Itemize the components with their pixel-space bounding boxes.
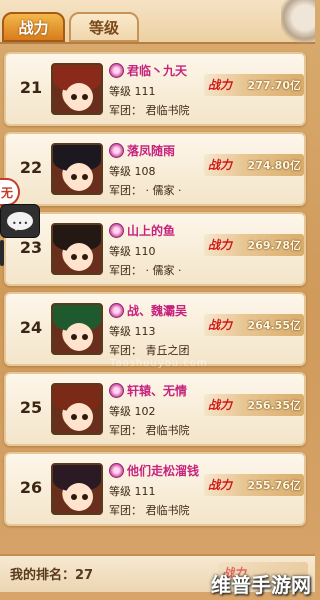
player-level: 等级 108 [109, 165, 156, 178]
chat-bubble-icon: ••• [7, 212, 33, 231]
avatar-eye [71, 334, 77, 340]
power-value: 274.80亿 [247, 159, 301, 172]
power-value: 269.78亿 [247, 239, 301, 252]
player-legion: 军团： · 儒家 · [109, 264, 182, 277]
power-value: 264.55亿 [247, 319, 301, 332]
player-legion: 军团： 君临书院 [109, 504, 190, 517]
power-box: 战力 255.76亿 [204, 474, 304, 496]
player-level: 等级 110 [109, 245, 156, 258]
avatar-eye [71, 254, 77, 260]
player-name: 轩辕、无情 [127, 384, 188, 398]
power-box: 战力 277.70亿 [204, 74, 304, 96]
player-avatar[interactable] [51, 143, 103, 195]
player-legion: 军团： 君临书院 [109, 104, 190, 117]
avatar-eye [82, 254, 88, 260]
avatar-eye [82, 174, 88, 180]
rank-number: 24 [19, 318, 43, 337]
tab-power[interactable]: 战力 [2, 12, 65, 42]
ranking-row[interactable]: 21 君临丶九天 等级 111 军团： 君临书院 战力 277.70亿 [4, 52, 306, 126]
player-avatar[interactable] [51, 63, 103, 115]
avatar-face [65, 323, 93, 351]
ranking-row[interactable]: 23 山上的鱼 等级 110 军团： · 儒家 · 战力 269.78亿 [4, 212, 306, 286]
vip-icon [109, 383, 124, 398]
power-label: 战力 [208, 158, 233, 172]
player-name: 落凤随雨 [127, 144, 176, 158]
vip-icon [109, 463, 124, 478]
chat-dots-icon: ••• [12, 219, 30, 228]
avatar-eye [71, 414, 77, 420]
power-label: 战力 [208, 398, 233, 412]
corner-decoration [281, 0, 315, 44]
tab-level[interactable]: 等级 [69, 12, 139, 42]
avatar-face [65, 163, 93, 191]
floating-widget[interactable]: 无 ••• [0, 178, 40, 270]
player-avatar[interactable] [51, 383, 103, 435]
player-legion: 军团： 君临书院 [109, 424, 190, 437]
my-rank-text: 我的排名：27 [10, 568, 94, 583]
player-legion: 军团： 青丘之团 [109, 344, 190, 357]
vip-icon [109, 223, 124, 238]
power-box: 战力 274.80亿 [204, 154, 304, 176]
rank-number: 21 [19, 78, 43, 97]
rank-number: 22 [19, 158, 43, 177]
player-legion: 军团： · 儒家 · [109, 184, 182, 197]
player-name: 他们走松溜钱 [127, 464, 200, 478]
player-avatar[interactable] [51, 463, 103, 515]
tab-bar: 战力 等级 [0, 0, 315, 44]
avatar-eye [71, 494, 77, 500]
avatar-eye [71, 94, 77, 100]
avatar-eye [82, 494, 88, 500]
player-name: 山上的鱼 [127, 224, 176, 238]
avatar-eye [82, 94, 88, 100]
player-name: 战、魏灞吴 [127, 304, 188, 318]
avatar-eye [82, 334, 88, 340]
site-watermark: 维普手游网 [211, 573, 311, 597]
power-label: 战力 [208, 318, 233, 332]
player-level: 等级 102 [109, 405, 156, 418]
avatar-eye [82, 414, 88, 420]
vip-icon [109, 303, 124, 318]
vip-icon [109, 63, 124, 78]
ranking-row[interactable]: 25 轩辕、无情 等级 102 军团： 君临书院 战力 256.35亿 [4, 372, 306, 446]
avatar-face [65, 403, 93, 431]
avatar-eye [71, 174, 77, 180]
floating-handle[interactable] [0, 240, 4, 266]
power-box: 战力 256.35亿 [204, 394, 304, 416]
power-box: 战力 264.55亿 [204, 314, 304, 336]
rank-number: 26 [19, 478, 43, 497]
ranking-row[interactable]: 24 战、魏灞吴 等级 113 军团： 青丘之团 战力 264.55亿 [4, 292, 306, 366]
chat-button[interactable]: ••• [0, 204, 40, 238]
floating-badge[interactable]: 无 [0, 178, 20, 206]
player-level: 等级 111 [109, 85, 156, 98]
power-label: 战力 [208, 478, 233, 492]
power-box: 战力 269.78亿 [204, 234, 304, 256]
power-value: 277.70亿 [247, 79, 301, 92]
player-level: 等级 113 [109, 325, 156, 338]
power-value: 255.76亿 [247, 479, 301, 492]
avatar-face [65, 83, 93, 111]
player-level: 等级 111 [109, 485, 156, 498]
player-avatar[interactable] [51, 223, 103, 275]
avatar-face [65, 483, 93, 511]
player-avatar[interactable] [51, 303, 103, 355]
player-name: 君临丶九天 [127, 64, 188, 78]
rank-number: 25 [19, 398, 43, 417]
power-label: 战力 [208, 78, 233, 92]
avatar-face [65, 243, 93, 271]
power-value: 256.35亿 [247, 399, 301, 412]
vip-icon [109, 143, 124, 158]
ranking-row[interactable]: 26 他们走松溜钱 等级 111 军团： 君临书院 战力 255.76亿 [4, 452, 306, 526]
ranking-list[interactable]: 21 君临丶九天 等级 111 军团： 君临书院 战力 277.70亿 22 落… [0, 50, 315, 545]
ranking-row[interactable]: 22 落凤随雨 等级 108 军团： · 儒家 · 战力 274.80亿 [4, 132, 306, 206]
power-label: 战力 [208, 238, 233, 252]
